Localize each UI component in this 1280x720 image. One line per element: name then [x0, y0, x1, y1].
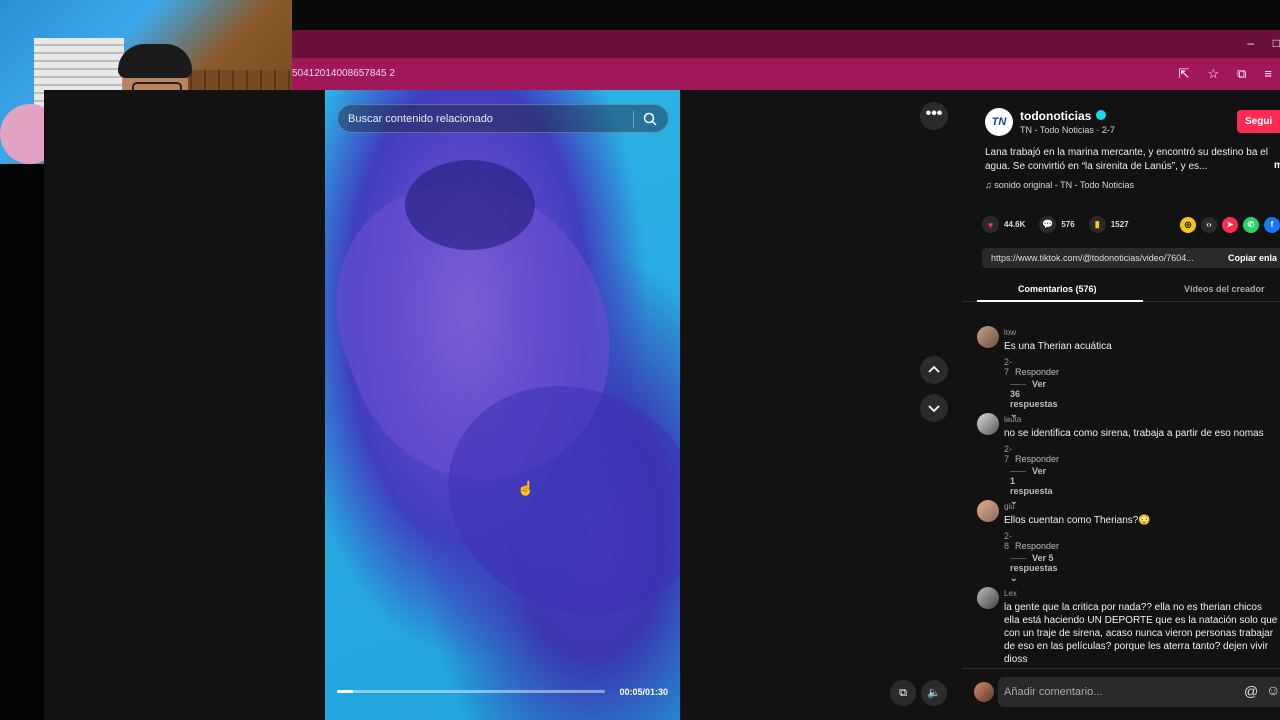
avatar[interactable] [977, 500, 999, 522]
comment-user[interactable]: lauta [1004, 415, 1021, 424]
comment-date: 2-7 [1004, 444, 1013, 464]
active-tab-indicator [977, 300, 1143, 302]
author-name[interactable]: todonoticias [1020, 109, 1091, 123]
video-shape [405, 160, 535, 250]
star-icon[interactable]: ☆ [1207, 66, 1219, 82]
mouse-cursor-icon: ☝ [517, 480, 535, 496]
related-search-bar[interactable]: Buscar contenido relacionado [337, 104, 669, 133]
sound-label: sonido original - TN - Todo Noticias [994, 180, 1134, 190]
music-note-icon: ♫ [985, 180, 995, 190]
my-avatar[interactable] [974, 682, 994, 702]
previous-video-button[interactable] [920, 356, 948, 384]
comment-text: Es una Therian acuática [1004, 341, 1112, 352]
avatar[interactable] [977, 587, 999, 609]
video-time: 00:05/01:30 [619, 687, 668, 697]
avatar[interactable] [977, 413, 999, 435]
comment-count: 576 [1061, 220, 1075, 229]
extensions-icon[interactable]: ⧉ [1237, 66, 1246, 82]
comment-meta: 2-7 Responder [1004, 357, 1059, 377]
progress-fill [337, 690, 354, 693]
search-placeholder[interactable]: Buscar contenido relacionado [348, 113, 493, 125]
comment-input-bar: Añadir comentario... @ ☺ [962, 668, 1280, 720]
mention-icon[interactable]: @ [1244, 683, 1258, 699]
save-count: 1527 [1110, 220, 1129, 229]
reply-button[interactable]: Responder [1015, 454, 1059, 464]
chevron-down-icon [928, 405, 940, 413]
playlist-icon[interactable]: ≡ [1264, 66, 1272, 82]
comment-user[interactable]: Lex [1004, 589, 1017, 598]
copy-link-button[interactable]: Copiar enla [1228, 253, 1277, 263]
comment-button[interactable]: 💬 576 [1039, 216, 1075, 233]
next-video-button[interactable] [920, 394, 948, 422]
description-more-link[interactable]: m [1274, 160, 1280, 171]
like-count: 44.6K [1004, 220, 1026, 229]
tab-creator-videos[interactable]: Vídeos del creador [1184, 284, 1265, 294]
reply-button[interactable]: Responder [1015, 367, 1059, 377]
mini-player-icon: ⧉ [899, 687, 907, 699]
tab-bar: Comentarios (576) Vídeos del creador [962, 276, 1280, 302]
coin-icon[interactable]: ◎ [1180, 217, 1196, 233]
comment-user[interactable]: giu [1004, 502, 1015, 511]
view-replies-link[interactable]: Ver 5 respuestas ⌄ [1010, 553, 1058, 584]
send-icon[interactable]: ➤ [1222, 217, 1238, 233]
webcam-headphones [118, 44, 192, 78]
share-link-box: https://www.tiktok.com/@todonoticias/vid… [982, 248, 1280, 268]
comment-text: Ellos cuentan como Therians?😳 [1004, 515, 1151, 526]
tab-comments[interactable]: Comentarios (576) [1018, 284, 1097, 294]
video-progress-bar[interactable] [337, 690, 605, 693]
reply-button[interactable]: Responder [1015, 541, 1059, 551]
more-options-button[interactable]: ••• [920, 102, 948, 130]
action-bar: ♥ 44.6K 💬 576 ▮ 1527 [982, 216, 1143, 233]
search-icon[interactable] [642, 111, 658, 127]
comment-meta: 2-7 Responder [1004, 444, 1059, 464]
verified-badge-icon [1096, 110, 1106, 120]
heart-icon: ♥ [982, 216, 999, 233]
comment-icon: 💬 [1039, 216, 1057, 233]
maximize-icon[interactable]: □ [1273, 36, 1280, 50]
sound-link[interactable]: ♫ sonido original - TN - Todo Noticias [985, 180, 1134, 190]
comment-user[interactable]: low [1004, 328, 1016, 337]
comment-input[interactable]: Añadir comentario... @ ☺ [998, 677, 1280, 707]
address-bar[interactable]: 50412014008657845 2 ⇱ ☆ ⧉ ≡ [292, 58, 1280, 90]
author-subtitle: TN - Todo Noticias · 2-7 [1020, 125, 1115, 135]
bookmark-icon: ▮ [1088, 216, 1106, 233]
chevron-up-icon [928, 365, 940, 373]
comment-date: 2-7 [1004, 357, 1013, 377]
save-button[interactable]: ▮ 1527 [1088, 216, 1129, 233]
browser-title-bar: – □ [292, 30, 1280, 58]
facebook-icon[interactable]: f [1264, 217, 1280, 233]
install-app-icon[interactable]: ⇱ [1179, 66, 1190, 82]
comment-text: no se identifica como sirena, trabaja a … [1004, 428, 1264, 439]
view-replies-link[interactable]: Ver 1 respuesta ⌄ [1010, 466, 1053, 507]
like-button[interactable]: ♥ 44.6K [982, 216, 1025, 233]
comment-text: la gente que la critica por nada?? ella … [1004, 602, 1278, 665]
comment-placeholder[interactable]: Añadir comentario... [1004, 686, 1102, 698]
left-dark-strip [0, 164, 44, 720]
embed-icon[interactable]: ‹› [1201, 217, 1217, 233]
video-player[interactable]: Buscar contenido relacionado ☝ 00:05/01:… [325, 90, 680, 720]
comment-date: 2-8 [1004, 531, 1013, 551]
browser-toolbar-icons: ⇱ ☆ ⧉ ≡ [1179, 66, 1272, 82]
comment-meta: 2-8 Responder [1004, 531, 1059, 551]
share-icons: ◎ ‹› ➤ ✆ f [1180, 217, 1280, 233]
emoji-icon[interactable]: ☺ [1266, 682, 1280, 698]
url-text[interactable]: 50412014008657845 2 [292, 68, 395, 79]
search-divider [633, 111, 634, 128]
share-link[interactable]: https://www.tiktok.com/@todonoticias/vid… [991, 253, 1194, 263]
video-description: Lana trabajó en la marina mercante, y en… [985, 147, 1268, 172]
avatar[interactable] [977, 326, 999, 348]
volume-button[interactable]: 🔈 [921, 680, 947, 706]
volume-icon: 🔈 [927, 687, 941, 699]
details-panel: TN todonoticias TN - Todo Noticias · 2-7… [962, 90, 1280, 720]
author-avatar[interactable]: TN [985, 108, 1013, 136]
view-replies-link[interactable]: Ver 36 respuestas ⌄ [1010, 379, 1058, 420]
mini-player-button[interactable]: ⧉ [890, 680, 916, 706]
follow-button[interactable]: Segui [1237, 110, 1280, 133]
minimize-icon[interactable]: – [1247, 36, 1254, 50]
whatsapp-icon[interactable]: ✆ [1243, 217, 1259, 233]
